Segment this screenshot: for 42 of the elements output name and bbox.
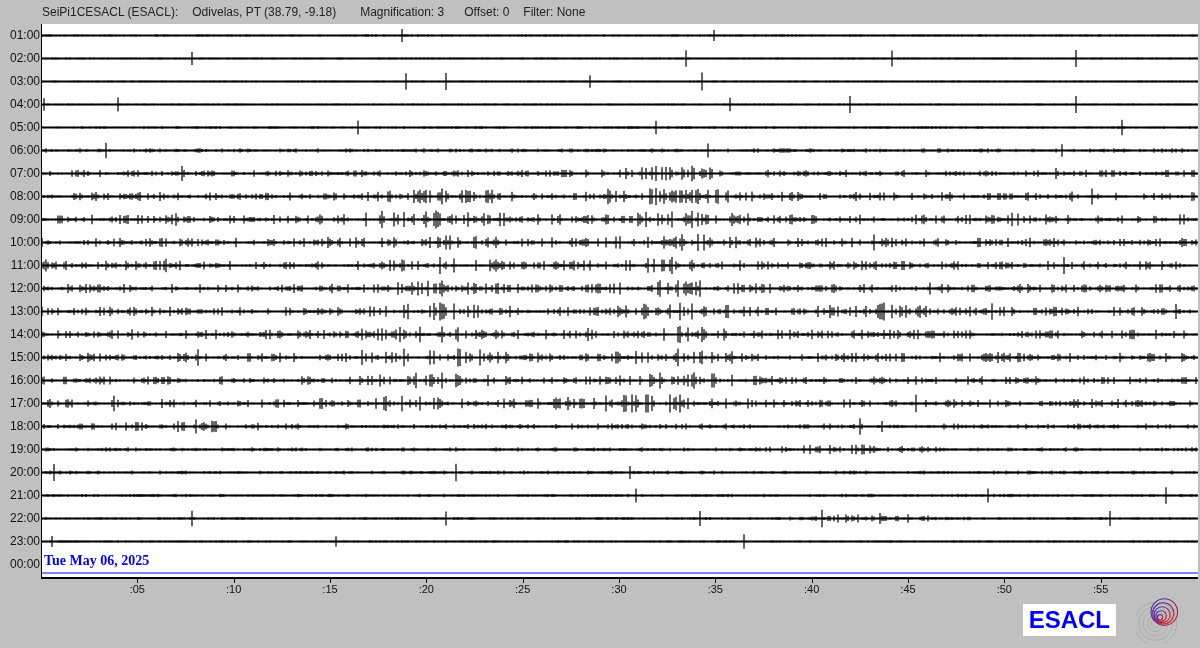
minute-tick-label: :45 [900,582,916,595]
offset-label: Offset: 0 [464,5,510,19]
minute-tick-label: :35 [707,582,723,595]
hour-label: 06:00 [8,142,41,159]
hour-label: 07:00 [8,165,41,182]
date-label: Tue May 06, 2025 [44,552,150,569]
hour-label: 16:00 [8,372,41,389]
hour-label: 04:00 [8,96,41,113]
hour-label: 20:00 [8,464,41,481]
hour-label: 10:00 [8,234,41,251]
hour-label: 17:00 [8,395,41,412]
hour-label: 09:00 [8,211,41,228]
hour-label: 13:00 [8,303,41,320]
minute-tick-label: :40 [804,582,820,595]
filter-label: Filter: None [523,5,586,19]
logo-text: ESACL [1022,604,1116,636]
hour-label: 19:00 [8,441,41,458]
hour-label: 08:00 [8,188,41,205]
hour-label: 23:00 [8,533,41,550]
hour-label: 05:00 [8,119,41,136]
hour-label: 01:00 [8,27,41,44]
hour-label: 21:00 [8,487,41,504]
hour-label: 15:00 [8,349,41,366]
minute-tick-label: :55 [1093,582,1109,595]
hour-label: 12:00 [8,280,41,297]
hour-label: 03:00 [8,73,41,90]
minute-tick-label: :50 [996,582,1012,595]
minute-tick-label: :05 [129,582,145,595]
hour-label: 14:00 [8,326,41,343]
magnification-label: Magnification: 3 [360,5,445,19]
minute-tick-label: :20 [418,582,434,595]
minute-tick-label: :30 [611,582,627,595]
hour-label: 18:00 [8,418,41,435]
hour-label: 11:00 [9,257,41,274]
minute-tick-label: :10 [226,582,242,595]
minute-tick-label: :15 [322,582,338,595]
hour-label: 02:00 [8,50,41,67]
station-location: Odivelas, PT (38.79, -9.18) [192,5,337,19]
hour-label: 00:00 [8,556,41,573]
hour-label: 22:00 [8,510,41,527]
station-name: SeiPi1CESACL (ESACL): [42,5,179,19]
minute-tick-label: :25 [515,582,531,595]
